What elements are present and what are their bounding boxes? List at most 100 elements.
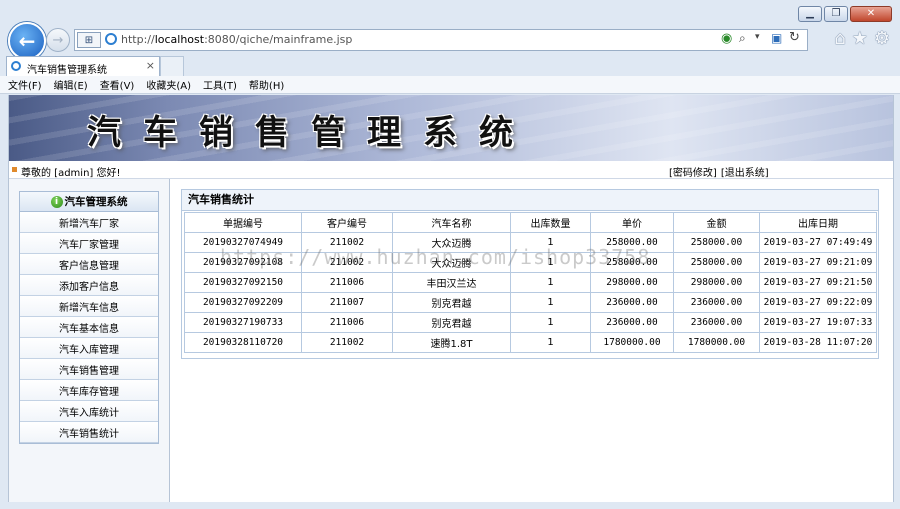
table-cell: 1 (510, 272, 591, 293)
bullet-icon (12, 167, 17, 172)
table-cell: 20190327190733 (184, 312, 302, 333)
table-cell: 1 (510, 312, 591, 333)
minimize-button[interactable]: ▁ (798, 6, 822, 22)
dropdown-icon[interactable]: ▾ (755, 32, 760, 42)
left-menu-header: i 汽车管理系统 (20, 192, 158, 212)
table-cell: 1780000.00 (673, 332, 760, 353)
favorites-icon[interactable]: ★ (852, 28, 868, 49)
table-cell: 211007 (301, 292, 393, 313)
info-icon: i (50, 195, 63, 208)
table-cell: 速腾1.8T (392, 332, 511, 353)
table-cell: 258000.00 (673, 252, 760, 273)
menu-favorites[interactable]: 收藏夹(A) (146, 77, 191, 92)
table-row: 20190327092209 211007 别克君越 1 236000.00 236000… (184, 292, 877, 313)
user-links: [密码修改] [退出系统] (669, 164, 769, 179)
table-row: 20190327092150 211006 丰田汉兰达 1 298000.00 29800… (184, 272, 877, 293)
menu-item-stock-in[interactable]: 汽车入库管理 (20, 338, 158, 359)
banner-title: 汽车销售管理系统 (87, 113, 535, 153)
left-menu: i 汽车管理系统 新增汽车厂家 汽车厂家管理 客户信息管理 添加客户信息 新增汽… (19, 191, 159, 444)
tab-close-icon[interactable]: × (146, 59, 155, 72)
page-icon[interactable]: ⊞ (77, 32, 101, 48)
menu-item-add-customer[interactable]: 添加客户信息 (20, 275, 158, 296)
tab-title: 汽车销售管理系统 (27, 65, 107, 76)
table-row: 20190327190733 211006 别克君越 1 236000.00 236000… (184, 312, 877, 333)
table-cell: 20190328110720 (184, 332, 302, 353)
table-cell: 298000.00 (590, 272, 674, 293)
table-cell: 2019-03-28 11:07:20 (759, 332, 877, 353)
menu-item-car-info[interactable]: 汽车基本信息 (20, 317, 158, 338)
browser-tab[interactable]: 汽车销售管理系统 × (6, 56, 160, 77)
view-icon[interactable]: ▣ (771, 31, 782, 45)
menu-file[interactable]: 文件(F) (8, 77, 42, 92)
col-header: 汽车名称 (392, 212, 511, 233)
table-cell: 别克君越 (392, 312, 511, 333)
table-cell: 211006 (301, 272, 393, 293)
table-cell: 258000.00 (673, 232, 760, 253)
menu-item-customer-management[interactable]: 客户信息管理 (20, 254, 158, 275)
page-content: 汽车销售管理系统 尊敬的 [admin] 您好! [密码修改] [退出系统] i… (8, 95, 894, 503)
menu-item-stock-in-stats[interactable]: 汽车入库统计 (20, 401, 158, 422)
table-cell: 1780000.00 (590, 332, 674, 353)
compat-icon[interactable]: ◉ (721, 31, 732, 46)
table-cell: 211006 (301, 312, 393, 333)
user-bar: 尊敬的 [admin] 您好! [密码修改] [退出系统] (9, 161, 893, 179)
menu-bar: 文件(F) 编辑(E) 查看(V) 收藏夹(A) 工具(T) 帮助(H) (0, 76, 900, 94)
menu-item-sales[interactable]: 汽车销售管理 (20, 359, 158, 380)
menu-item-add-manufacturer[interactable]: 新增汽车厂家 (20, 212, 158, 233)
browser-toolbar-icons: ⌂ ★ ⚙ (834, 28, 890, 49)
table-cell: 236000.00 (673, 292, 760, 313)
table-cell: 20190327092209 (184, 292, 302, 313)
menu-view[interactable]: 查看(V) (100, 77, 135, 92)
menu-edit[interactable]: 编辑(E) (54, 77, 88, 92)
menu-item-manufacturer-management[interactable]: 汽车厂家管理 (20, 233, 158, 254)
home-icon[interactable]: ⌂ (834, 28, 845, 49)
menu-item-inventory[interactable]: 汽车库存管理 (20, 380, 158, 401)
table-cell: 2019-03-27 09:21:09 (759, 252, 877, 273)
menu-tools[interactable]: 工具(T) (203, 77, 237, 92)
window-controls: ▁ ❐ ✕ (798, 6, 892, 22)
table-cell: 2019-03-27 09:22:09 (759, 292, 877, 313)
col-header: 单据编号 (184, 212, 302, 233)
refresh-icon[interactable]: ↻ (789, 30, 800, 45)
col-header: 客户编号 (301, 212, 393, 233)
table-cell: 丰田汉兰达 (392, 272, 511, 293)
table-header-row: 单据编号 客户编号 汽车名称 出库数量 单价 金额 出库日期 (184, 212, 877, 233)
table-cell: 298000.00 (673, 272, 760, 293)
table-cell: 236000.00 (673, 312, 760, 333)
ie-tab-icon (11, 61, 21, 71)
table-cell: 236000.00 (590, 292, 674, 313)
left-menu-title: 汽车管理系统 (64, 196, 128, 208)
forward-button[interactable]: → (46, 28, 70, 52)
table-cell: 1 (510, 332, 591, 353)
table-cell: 2019-03-27 19:07:33 (759, 312, 877, 333)
change-password-link[interactable]: [密码修改] (669, 164, 717, 179)
menu-item-add-car[interactable]: 新增汽车信息 (20, 296, 158, 317)
logout-link[interactable]: [退出系统] (721, 164, 769, 179)
sales-table: 单据编号 客户编号 汽车名称 出库数量 单价 金额 出库日期 201903270… (184, 212, 877, 353)
table-row: 20190328110720 211002 速腾1.8T 1 1780000.00 178… (184, 332, 877, 353)
menu-help[interactable]: 帮助(H) (249, 77, 284, 92)
tab-bar: 汽车销售管理系统 × (0, 54, 900, 78)
ie-icon (105, 33, 117, 45)
restore-button[interactable]: ❐ (824, 6, 848, 22)
table-cell: 20190327092150 (184, 272, 302, 293)
new-tab-button[interactable] (160, 56, 184, 78)
table-cell: 1 (510, 292, 591, 313)
table-cell: 236000.00 (590, 312, 674, 333)
menu-item-sales-stats[interactable]: 汽车销售统计 (20, 422, 158, 443)
table-cell: 2019-03-27 09:21:50 (759, 272, 877, 293)
col-header: 金额 (673, 212, 760, 233)
left-menu-panel: i 汽车管理系统 新增汽车厂家 汽车厂家管理 客户信息管理 添加客户信息 新增汽… (9, 179, 170, 502)
search-icon[interactable]: ⌕ (739, 31, 746, 46)
close-window-button[interactable]: ✕ (850, 6, 892, 22)
table-cell: 2019-03-27 07:49:49 (759, 232, 877, 253)
url-text[interactable]: http://localhost:8080/qiche/mainframe.js… (121, 33, 352, 46)
greeting-text: 尊敬的 [admin] 您好! (21, 168, 121, 179)
sales-stats-panel: 汽车销售统计 单据编号 客户编号 汽车名称 出库数量 单价 金额 出库日期 20… (181, 189, 879, 359)
col-header: 出库日期 (759, 212, 877, 233)
table-cell: 别克君越 (392, 292, 511, 313)
settings-icon[interactable]: ⚙ (874, 28, 890, 49)
panel-title: 汽车销售统计 (182, 190, 878, 211)
col-header: 出库数量 (510, 212, 591, 233)
address-bar[interactable]: ⊞ http://localhost:8080/qiche/mainframe.… (74, 29, 808, 51)
